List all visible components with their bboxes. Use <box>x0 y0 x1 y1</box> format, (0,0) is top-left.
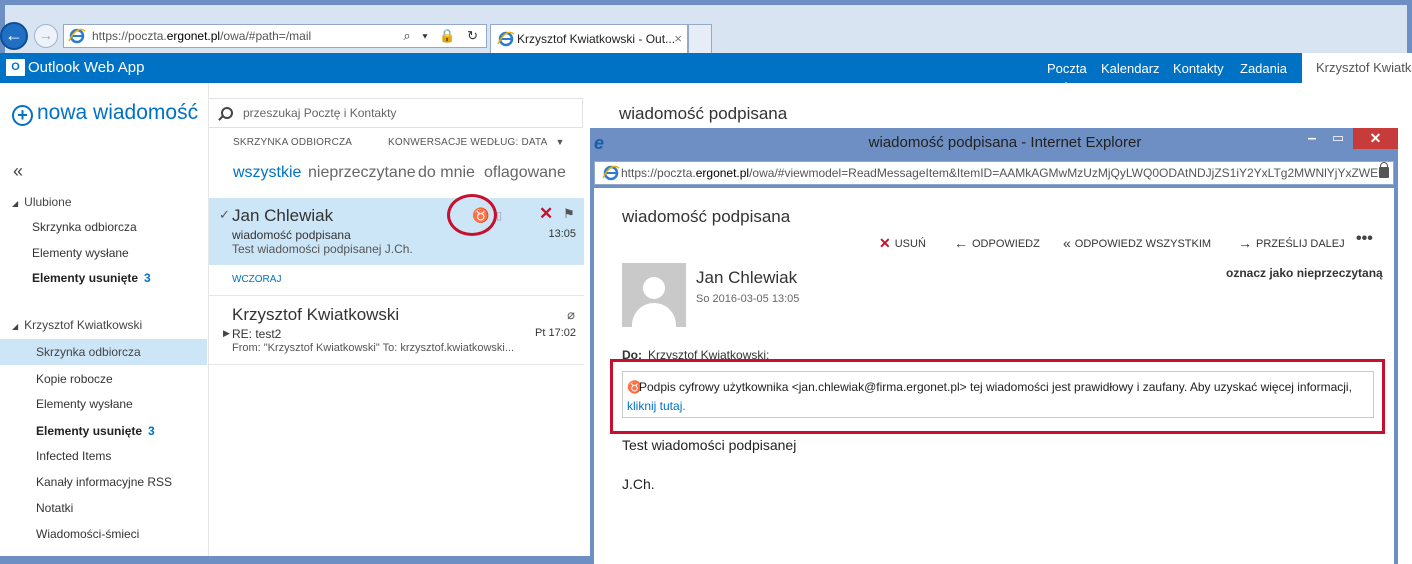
list-item[interactable]: ✓ Jan Chlewiak wiadomość podpisana Test … <box>209 198 584 265</box>
nav-poczta[interactable]: Poczta <box>1047 61 1087 87</box>
folder-pane: + nowa wiadomość « ◢ Ulubione Skrzynka odb… <box>0 83 207 564</box>
sort-dropdown[interactable]: KONWERSACJE WEDŁUG: DATA ▼ <box>388 137 565 148</box>
outlook-logo-icon: O <box>6 59 25 76</box>
close-icon[interactable]: × <box>674 25 682 53</box>
account-header[interactable]: ◢ Krzysztof Kwiatkowski <box>12 318 142 332</box>
minimize-button[interactable]: – <box>1300 130 1324 150</box>
reply-all-icon: « <box>1063 235 1071 251</box>
sent-date: So 2016-03-05 13:05 <box>696 293 800 305</box>
new-message-button[interactable]: + nowa wiadomość <box>12 101 198 126</box>
check-icon[interactable]: ✓ <box>219 207 230 223</box>
search-input[interactable]: przeszukaj Pocztę i Kontakty <box>209 98 583 128</box>
message-time: 13:05 <box>548 228 576 240</box>
app-name: Outlook Web App <box>28 59 145 76</box>
refresh-icon[interactable]: ↻ <box>467 28 482 43</box>
more-actions-button[interactable]: ••• <box>1356 230 1373 248</box>
window-frame-bottom <box>0 556 590 564</box>
folder-notes[interactable]: Notatki <box>0 495 207 521</box>
folder-inbox[interactable]: Skrzynka odbiorcza <box>0 339 207 365</box>
ie-icon: e <box>594 133 605 153</box>
lock-icon[interactable] <box>1379 162 1389 178</box>
folder-infected[interactable]: Infected Items <box>0 443 207 469</box>
message-time: Pt 17:02 <box>535 327 576 339</box>
message-subject: RE: test2 <box>232 327 282 341</box>
folder-sent[interactable]: Elementy wysłane <box>0 391 207 417</box>
search-icon <box>221 107 233 119</box>
filter-all[interactable]: wszystkie <box>233 164 301 182</box>
lock-icon[interactable]: 🔒 <box>439 28 459 43</box>
popup-window: e wiadomość podpisana - Internet Explore… <box>590 128 1398 564</box>
address-url: https://poczta.ergonet.pl/owa/#path=/mai… <box>92 29 312 43</box>
favorite-deleted[interactable]: Elementy usunięte 3 <box>0 265 207 291</box>
message-preview: From: "Krzysztof Kwiatkowski" To: krzysz… <box>232 342 515 354</box>
paperclip-icon: ⌀ <box>567 307 575 322</box>
favorite-sent[interactable]: Elementy wysłane <box>0 240 207 266</box>
browser-tab[interactable]: Krzysztof Kwiatkowski - Out... × <box>490 24 688 53</box>
ie-icon <box>68 28 86 44</box>
nav-zadania[interactable]: Zadania <box>1240 61 1287 76</box>
sender-name[interactable]: Jan Chlewiak <box>696 268 797 288</box>
filter-to-me[interactable]: do mnie <box>418 164 475 182</box>
tab-title: Krzysztof Kwiatkowski - Out... <box>517 32 676 46</box>
ie-icon <box>602 165 620 181</box>
folder-deleted[interactable]: Elementy usunięte 3 <box>0 418 207 444</box>
message-body-line: Test wiadomości podpisanej <box>622 437 797 453</box>
search-icon[interactable]: ⌕ <box>403 28 414 43</box>
nav-kontakty[interactable]: Kontakty <box>1173 61 1224 76</box>
plus-icon: + <box>12 105 33 126</box>
popup-address-bar[interactable]: https://poczta.ergonet.pl/owa/#viewmodel… <box>594 161 1394 185</box>
popup-titlebar: e wiadomość podpisana - Internet Explore… <box>590 128 1398 158</box>
reply-button[interactable]: ← ODPOWIEDZ <box>954 235 1040 251</box>
window-edge <box>1398 83 1412 564</box>
maximize-button[interactable]: ▭ <box>1326 130 1350 150</box>
close-button[interactable]: ✕ <box>1353 128 1398 149</box>
nav-kalendarz[interactable]: Kalendarz <box>1101 61 1160 76</box>
delete-button[interactable]: ✕ USUŃ <box>879 235 926 252</box>
highlight-rectangle <box>610 359 1385 434</box>
folder-rss[interactable]: Kanały informacyjne RSS <box>0 469 207 495</box>
filter-unread[interactable]: nieprzeczytane <box>308 164 416 182</box>
folder-label: SKRZYNKA ODBIORCZA <box>233 137 353 148</box>
address-bar[interactable]: https://poczta.ergonet.pl/owa/#path=/mai… <box>63 24 487 48</box>
message-subject: wiadomość podpisana <box>232 228 351 242</box>
unread-count: 3 <box>148 424 155 438</box>
unread-count: 3 <box>144 271 151 285</box>
delete-icon: ✕ <box>879 235 891 251</box>
reading-pane-title: wiadomość podpisana <box>619 104 788 123</box>
collapse-icon[interactable]: « <box>13 161 23 182</box>
address-tools[interactable]: ⌕ ▾ 🔒 ↻ <box>403 25 482 47</box>
forward-button[interactable]: → PRZEŚLIJ DALEJ <box>1238 235 1345 251</box>
expand-icon[interactable]: ▶ <box>223 328 230 339</box>
flag-icon[interactable]: ⚑ <box>563 206 575 222</box>
favorite-inbox[interactable]: Skrzynka odbiorcza <box>0 214 207 240</box>
chevron-down-icon: ▼ <box>555 137 565 147</box>
favorites-header[interactable]: ◢ Ulubione <box>12 195 72 209</box>
new-tab-button[interactable] <box>688 24 712 53</box>
date-separator: WCZORAJ <box>232 274 282 285</box>
folder-drafts[interactable]: Kopie robocze <box>0 366 207 392</box>
filter-flagged[interactable]: oflagowane <box>484 164 566 182</box>
message-body-line: J.Ch. <box>622 476 655 492</box>
message-sender: Krzysztof Kwiatkowski <box>232 305 400 324</box>
forward-icon: → <box>1238 235 1252 251</box>
popup-title: wiadomość podpisana - Internet Explorer <box>868 134 1142 151</box>
highlight-circle <box>447 194 497 236</box>
forward-arrow-icon[interactable]: → <box>34 24 58 48</box>
back-arrow-icon[interactable]: ← <box>0 22 28 50</box>
avatar-icon <box>622 263 686 327</box>
list-item[interactable]: ▶ Krzysztof Kwiatkowski RE: test2 From: … <box>209 297 584 365</box>
delete-icon[interactable]: ✕ <box>539 204 553 224</box>
message-list-pane: przeszukaj Pocztę i Kontakty SKRZYNKA OD… <box>208 83 584 564</box>
message-subject-heading: wiadomość podpisana <box>622 207 791 226</box>
user-menu[interactable]: Krzysztof Kwiatkowski <box>1302 53 1412 83</box>
message-preview: Test wiadomości podpisanej J.Ch. <box>232 242 413 256</box>
divider <box>209 295 584 296</box>
folder-junk[interactable]: Wiadomości-śmieci <box>0 521 207 547</box>
owa-header: O Outlook Web App Poczta Kalendarz Konta… <box>0 53 1412 87</box>
ie-icon <box>497 31 515 47</box>
message-sender: Jan Chlewiak <box>232 206 334 225</box>
reply-icon: ← <box>954 235 968 251</box>
reply-all-button[interactable]: «ODPOWIEDZ WSZYSTKIM <box>1063 235 1211 251</box>
mark-unread-link[interactable]: oznacz jako nieprzeczytaną <box>1226 266 1383 280</box>
